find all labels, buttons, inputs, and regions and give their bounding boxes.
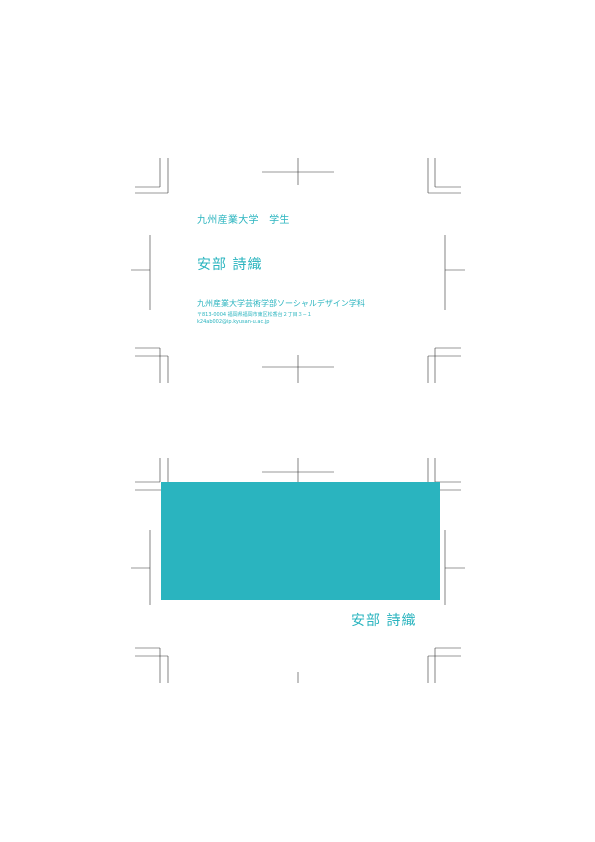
affiliation-text: 九州産業大学 学生 [197, 215, 290, 226]
card-front-name: 安部 詩織 [197, 257, 263, 273]
card-back-color-block [161, 482, 440, 600]
card-back-name: 安部 詩織 [351, 613, 417, 629]
department-text: 九州産業大学芸術学部ソーシャルデザイン学科 [197, 299, 365, 308]
email-text: k24ab002@ip.kyusan-u.ac.jp [197, 319, 270, 325]
address-text: 〒813-0004 福岡県福岡市東区松香台２丁目３−１ [197, 312, 312, 318]
crop-marks [131, 158, 465, 683]
